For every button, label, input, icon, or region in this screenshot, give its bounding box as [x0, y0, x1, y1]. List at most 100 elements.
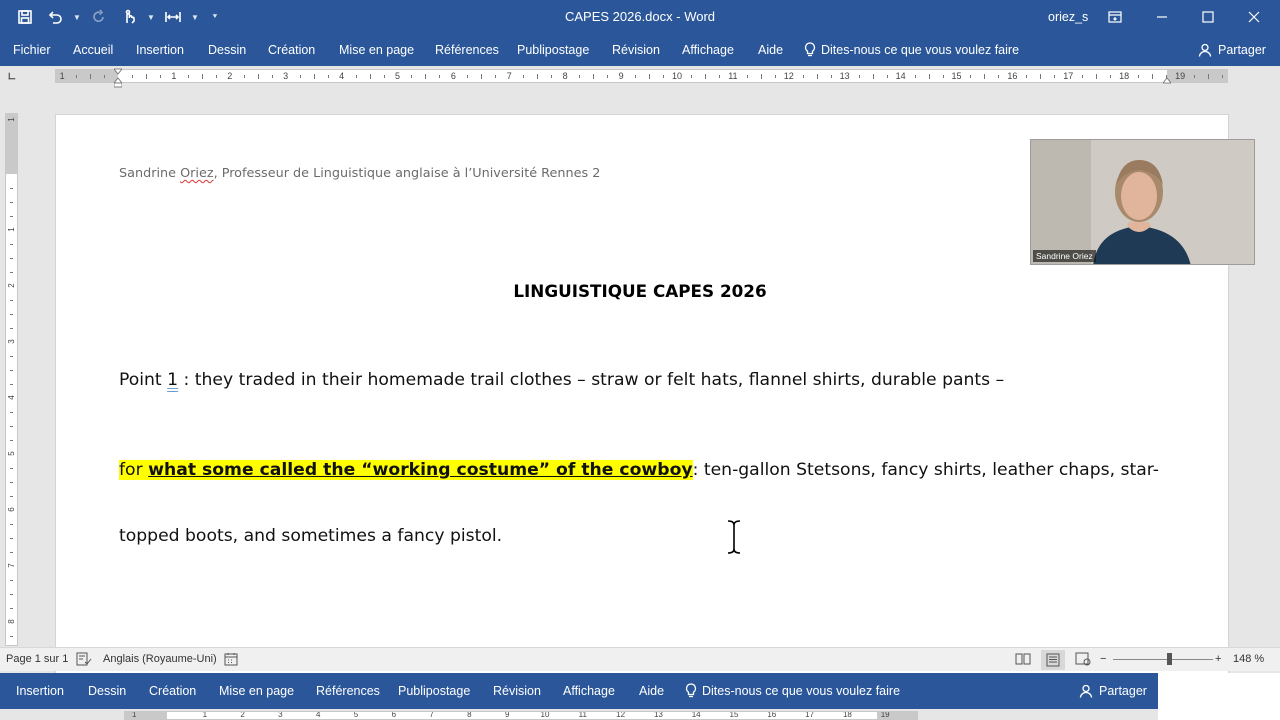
tab-publipostage[interactable]: Publipostage: [517, 34, 589, 66]
tab2-references[interactable]: Références: [316, 673, 380, 709]
print-layout-icon[interactable]: [1041, 650, 1065, 670]
vertical-ruler-tick: [10, 580, 13, 581]
close-button[interactable]: [1231, 0, 1277, 34]
tab-references[interactable]: Références: [435, 34, 499, 66]
ruler-tick: [872, 74, 874, 79]
ruler2-number: 15: [729, 711, 739, 719]
page-count[interactable]: Page 1 sur 1: [6, 648, 68, 671]
accessibility-icon[interactable]: [224, 652, 238, 668]
vertical-ruler-tick: [10, 636, 13, 637]
document-title[interactable]: LINGUISTIQUE CAPES 2026: [0, 281, 1280, 301]
zoom-slider-track[interactable]: [1113, 659, 1213, 660]
header-name-misspelled[interactable]: Oriez: [180, 166, 213, 181]
vertical-ruler-tick: [10, 314, 13, 315]
ruler2-number: 5: [353, 711, 359, 719]
tab-creation[interactable]: Création: [268, 34, 315, 66]
ruler-tick: [243, 75, 245, 78]
ruler-tick: [76, 75, 78, 78]
ruler2-number: 19: [880, 711, 890, 719]
tab2-dessin[interactable]: Dessin: [88, 673, 126, 709]
vertical-ruler[interactable]: 112345678: [5, 113, 18, 646]
vertical-ruler-number: 5: [7, 451, 16, 456]
tell-me-search-bottom[interactable]: Dites-nous ce que vous voulez faire: [685, 673, 900, 709]
ruler-tick: [928, 74, 930, 79]
tab2-affichage[interactable]: Affichage: [563, 673, 615, 709]
zoom-out-button[interactable]: −: [1100, 648, 1106, 671]
right-indent-marker-icon[interactable]: [1163, 76, 1171, 84]
proofing-icon[interactable]: [76, 652, 92, 668]
ruler-tick: [159, 75, 161, 78]
tab-aide[interactable]: Aide: [758, 34, 783, 66]
p1-number: 1: [167, 370, 179, 390]
horizontal-ruler[interactable]: 1 1 2 3 4 5 6 7 8 9 10 11 12 13 14 15 16 17 18 19: [55, 69, 1228, 83]
touch-mode-icon[interactable]: [116, 4, 142, 30]
ruler-tick: [816, 74, 818, 79]
ruler-tick: [998, 75, 1000, 78]
language-indicator[interactable]: Anglais (Royaume-Uni): [103, 648, 217, 671]
paragraph-line-3[interactable]: topped boots, and sometimes a fancy pist…: [119, 526, 502, 546]
zoom-in-button[interactable]: +: [1215, 648, 1221, 671]
ruler2-number: 7: [429, 711, 434, 719]
ribbon-display-options-icon[interactable]: [1092, 0, 1138, 34]
save-icon[interactable]: [12, 4, 38, 30]
vertical-ruler-tick: [10, 482, 13, 483]
tab-fichier[interactable]: Fichier: [13, 34, 51, 66]
tab2-insertion[interactable]: Insertion: [16, 673, 64, 709]
ruler-number: 4: [339, 71, 345, 81]
touch-dropdown-icon[interactable]: ▼: [146, 4, 156, 30]
maximize-button[interactable]: [1185, 0, 1231, 34]
share-button[interactable]: Partager: [1198, 34, 1266, 66]
tab-revision[interactable]: Révision: [612, 34, 660, 66]
ruler-number: 2: [227, 71, 233, 81]
ruler-tick: [802, 75, 804, 78]
vertical-ruler-tick: [10, 552, 13, 553]
read-mode-icon[interactable]: [1015, 652, 1031, 668]
ruler-tick: [704, 74, 706, 79]
tab-accueil[interactable]: Accueil: [73, 34, 113, 66]
web-layout-icon[interactable]: [1075, 652, 1091, 668]
ruler-number: 5: [394, 71, 401, 81]
ruler-tick: [131, 75, 133, 78]
redo-icon[interactable]: [86, 4, 112, 30]
highlighted-phrase[interactable]: what some called the “working costume” o…: [148, 460, 693, 480]
spacing-icon[interactable]: [160, 4, 186, 30]
ruler-tick: [984, 74, 986, 79]
paragraph-line-2[interactable]: for what some called the “working costum…: [119, 460, 1159, 480]
indent-marker-icon[interactable]: [114, 66, 122, 88]
ruler-tick: [718, 75, 720, 78]
vertical-ruler-tick: [10, 608, 13, 609]
vertical-ruler-number: 4: [7, 395, 16, 400]
zoom-slider-thumb[interactable]: [1167, 653, 1172, 665]
tell-me-search[interactable]: Dites-nous ce que vous voulez faire: [804, 34, 1019, 66]
user-name[interactable]: oriez_s: [1048, 0, 1088, 34]
ruler-tick: [90, 74, 92, 79]
ruler2-number: 6: [391, 711, 397, 719]
paragraph-point-1[interactable]: Point 1 : they traded in their homemade …: [119, 370, 1004, 390]
tab-insertion[interactable]: Insertion: [136, 34, 184, 66]
tab2-creation[interactable]: Création: [149, 673, 196, 709]
tab-selector-icon[interactable]: [8, 72, 16, 80]
tab2-publipostage[interactable]: Publipostage: [398, 673, 470, 709]
text-cursor-icon: [727, 519, 741, 555]
ruler-tick: [271, 75, 273, 78]
tab2-aide[interactable]: Aide: [639, 673, 664, 709]
ruler2-number: 10: [540, 711, 550, 719]
zoom-level[interactable]: 148 %: [1233, 648, 1264, 671]
document-header[interactable]: Sandrine Oriez, Professeur de Linguistiq…: [119, 166, 600, 181]
vertical-ruler-tick: [10, 370, 13, 371]
spacing-dropdown-icon[interactable]: ▼: [190, 4, 200, 30]
tab-affichage[interactable]: Affichage: [682, 34, 734, 66]
minimize-button[interactable]: [1139, 0, 1185, 34]
ruler-tick: [313, 74, 315, 79]
header-suffix: , Professeur de Linguistique anglaise à …: [213, 166, 601, 181]
tab2-mise-en-page[interactable]: Mise en page: [219, 673, 294, 709]
tab-dessin[interactable]: Dessin: [208, 34, 246, 66]
tab-mise-en-page[interactable]: Mise en page: [339, 34, 414, 66]
ruler-tick: [495, 75, 497, 78]
customize-qat-icon[interactable]: ⯆: [204, 4, 226, 30]
share-button-bottom[interactable]: Partager: [1079, 673, 1147, 709]
tab2-revision[interactable]: Révision: [493, 673, 541, 709]
undo-dropdown-icon[interactable]: ▼: [72, 4, 82, 30]
ruler-tick: [327, 75, 329, 78]
undo-icon[interactable]: [42, 4, 68, 30]
